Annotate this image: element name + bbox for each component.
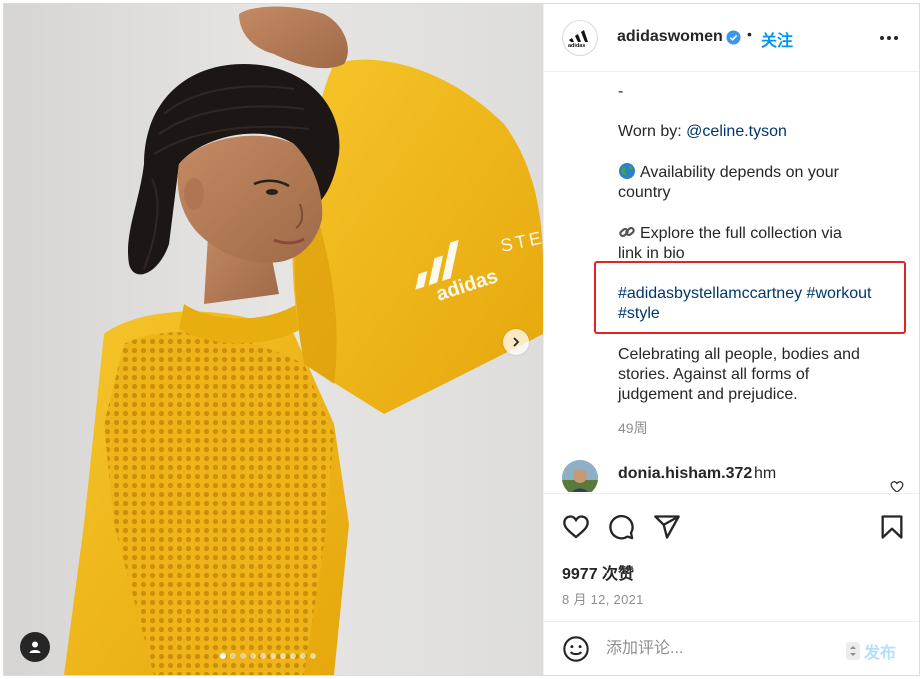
heart-icon[interactable] bbox=[562, 513, 590, 541]
commenter-username[interactable]: donia.hisham.372 bbox=[618, 465, 752, 483]
chevron-right-icon bbox=[513, 337, 520, 347]
post-media[interactable]: adidas STE bbox=[4, 4, 543, 675]
header-separator: • bbox=[747, 26, 752, 42]
caption-dash: - bbox=[618, 83, 624, 100]
tagged-users-button[interactable] bbox=[20, 632, 50, 662]
carousel-dot bbox=[310, 653, 316, 659]
post-date[interactable]: 8 月 12, 2021 bbox=[562, 589, 644, 608]
like-count[interactable]: 9977 次赞 bbox=[562, 560, 634, 584]
post-button-group: 发布 bbox=[846, 639, 896, 663]
carousel-dot bbox=[300, 653, 306, 659]
carousel-dot bbox=[250, 653, 256, 659]
more-horizontal-icon bbox=[880, 36, 898, 40]
body-line1: Celebrating all people, bodies and bbox=[618, 346, 860, 363]
caption-worn-by: Worn by: @celine.tyson bbox=[618, 122, 908, 142]
comment-item: donia.hisham.372 hm bbox=[544, 456, 919, 492]
caption-body: Celebrating all people, bodies and stori… bbox=[618, 345, 908, 405]
bookmark-icon[interactable] bbox=[878, 513, 906, 541]
carousel-dot bbox=[290, 653, 296, 659]
link-emoji-icon bbox=[619, 226, 635, 238]
carousel-dot bbox=[270, 653, 276, 659]
spinner-arrows-icon bbox=[846, 642, 860, 660]
carousel-dot bbox=[240, 653, 246, 659]
verified-badge-icon bbox=[726, 30, 741, 45]
profile-avatar[interactable]: adidas bbox=[562, 20, 598, 56]
availability-line1: Availability depends on your bbox=[640, 164, 839, 181]
adidas-logo-icon: adidas bbox=[568, 30, 588, 48]
caption-explore: Explore the full collection via link in … bbox=[618, 223, 908, 264]
commenter-avatar[interactable] bbox=[562, 460, 598, 492]
worn-by-label: Worn by: bbox=[618, 123, 687, 140]
carousel-next-button[interactable] bbox=[503, 329, 529, 355]
body-line3: judgement and prejudice. bbox=[618, 386, 798, 403]
more-options-button[interactable] bbox=[879, 30, 899, 46]
follow-button[interactable]: 关注 bbox=[761, 27, 793, 51]
mention-link[interactable]: @celine.tyson bbox=[686, 123, 787, 140]
commenter-photo bbox=[562, 460, 598, 492]
availability-line2: country bbox=[618, 184, 671, 201]
post-details-panel: adidas adidaswomen • 关注 - Worn by: @celi… bbox=[543, 4, 919, 675]
post-author-username[interactable]: adidaswomen bbox=[617, 28, 723, 46]
carousel-dot bbox=[260, 653, 266, 659]
svg-text:adidas: adidas bbox=[568, 43, 585, 48]
post-modal: adidas STE adidas adidaswomen • 关注 - Wor… bbox=[3, 3, 920, 676]
carousel-dot bbox=[280, 653, 286, 659]
comment-icon[interactable] bbox=[607, 513, 635, 541]
caption-timestamp[interactable]: 49周 bbox=[618, 418, 648, 438]
add-comment-bar: 发布 bbox=[544, 621, 919, 675]
share-icon[interactable] bbox=[653, 513, 681, 541]
caption-section[interactable]: - Worn by: @celine.tyson Availability de… bbox=[544, 72, 919, 492]
caption-availability: Availability depends on your country bbox=[618, 162, 908, 203]
body-line2: stories. Against all forms of bbox=[618, 366, 810, 383]
carousel-dot bbox=[220, 653, 226, 659]
post-header: adidas adidaswomen • 关注 bbox=[544, 4, 919, 72]
explore-line1: Explore the full collection via bbox=[640, 225, 842, 242]
explore-line2: link in bio bbox=[618, 245, 685, 262]
comment-text: hm bbox=[754, 465, 777, 482]
post-actions: 9977 次赞 8 月 12, 2021 bbox=[544, 493, 919, 621]
post-photo: adidas STE bbox=[4, 4, 543, 675]
carousel-indicator bbox=[220, 653, 316, 659]
emoji-icon[interactable] bbox=[562, 635, 590, 663]
post-comment-button[interactable]: 发布 bbox=[864, 639, 896, 663]
comment-like-icon[interactable] bbox=[890, 480, 904, 492]
comment-input[interactable] bbox=[606, 635, 836, 663]
carousel-dot bbox=[230, 653, 236, 659]
hashtag-highlight-box bbox=[594, 261, 906, 334]
user-icon bbox=[29, 641, 41, 653]
globe-emoji-icon bbox=[619, 163, 635, 179]
